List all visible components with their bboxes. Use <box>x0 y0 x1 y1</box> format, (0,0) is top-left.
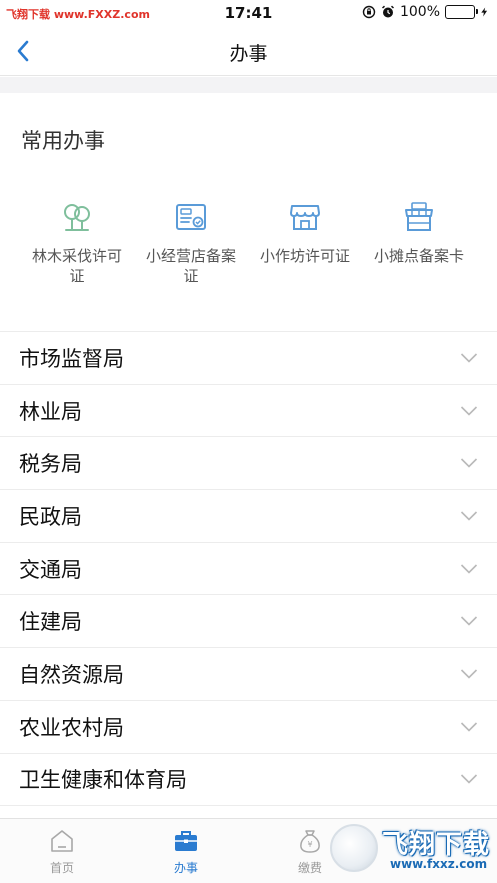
dept-label: 农业农村局 <box>19 715 124 740</box>
quick-item-stall-record[interactable]: 小摊点备案卡 <box>362 200 476 286</box>
stall-icon <box>402 200 436 234</box>
briefcase-icon <box>172 827 200 855</box>
watermark-logo-emblem <box>330 824 378 872</box>
watermark-logo-text: 飞翔下载 <box>382 830 491 860</box>
svg-text:¥: ¥ <box>307 840 312 849</box>
tab-home[interactable]: 首页 <box>0 819 124 883</box>
quick-item-small-shop-record[interactable]: 小经营店备案证 <box>134 200 248 286</box>
quick-item-label: 小经营店备案证 <box>146 247 237 285</box>
section-divider <box>0 77 497 93</box>
certificate-icon <box>174 200 208 234</box>
watermark-logo-url: www.fxxz.com <box>390 857 488 871</box>
quick-item-label: 林木采伐许可证 <box>32 247 123 285</box>
dept-label: 民政局 <box>19 504 82 529</box>
chevron-down-icon <box>460 616 478 626</box>
department-list: 市场监督局 林业局 税务局 民政局 交通局 住建局 自然资源局 农业农村局 卫生… <box>0 331 497 807</box>
alarm-icon <box>381 5 394 18</box>
tree-icon <box>60 200 94 234</box>
quick-item-workshop-permit[interactable]: 小作坊许可证 <box>248 200 362 286</box>
charging-icon <box>481 7 488 17</box>
nav-bar: 办事 <box>0 26 497 76</box>
chevron-down-icon <box>460 511 478 521</box>
chevron-down-icon <box>460 722 478 732</box>
dept-row-forestry[interactable]: 林业局 <box>0 385 497 438</box>
dept-label: 自然资源局 <box>19 662 124 687</box>
page-title: 办事 <box>229 43 268 65</box>
tab-label: 首页 <box>49 861 74 875</box>
chevron-down-icon <box>460 405 478 416</box>
dept-row-taxation[interactable]: 税务局 <box>0 437 497 491</box>
dept-label: 住建局 <box>19 610 82 635</box>
tab-services[interactable]: 办事 <box>124 819 248 883</box>
status-bar: 飞翔下载 www.FXXZ.com 17:41 100% <box>0 0 497 26</box>
quick-grid: 林木采伐许可证 小经营店备案证 小作坊许可证 小摊点备案卡 <box>0 200 497 286</box>
common-section-title: 常用办事 <box>21 129 105 153</box>
chevron-down-icon <box>460 458 478 468</box>
battery-percent: 100% <box>399 4 440 20</box>
chevron-down-icon <box>460 353 478 363</box>
dept-label: 税务局 <box>19 452 82 477</box>
dept-row-market-supervision[interactable]: 市场监督局 <box>0 332 497 385</box>
dept-row-civil-affairs[interactable]: 民政局 <box>0 490 497 543</box>
dept-row-housing-construction[interactable]: 住建局 <box>0 595 497 649</box>
quick-item-label: 小摊点备案卡 <box>374 247 465 265</box>
status-right: 100% <box>362 4 489 20</box>
tab-label: 办事 <box>173 861 198 875</box>
rotation-lock-icon <box>362 5 376 19</box>
dept-row-agriculture[interactable]: 农业农村局 <box>0 701 497 754</box>
chevron-down-icon <box>460 669 478 679</box>
dept-label: 卫生健康和体育局 <box>19 768 187 793</box>
quick-item-label: 小作坊许可证 <box>260 247 351 265</box>
quick-item-forest-permit[interactable]: 林木采伐许可证 <box>20 200 134 286</box>
shop-icon <box>288 200 322 234</box>
money-bag-icon: ¥ <box>296 827 324 855</box>
dept-label: 市场监督局 <box>19 346 124 371</box>
dept-row-natural-resources[interactable]: 自然资源局 <box>0 648 497 701</box>
chevron-down-icon <box>460 774 478 784</box>
battery-icon <box>445 5 478 19</box>
dept-label: 交通局 <box>19 557 82 582</box>
dept-row-health-sports[interactable]: 卫生健康和体育局 <box>0 754 497 807</box>
watermark-logo: 飞翔下载 www.fxxz.com <box>330 822 495 878</box>
dept-row-transport[interactable]: 交通局 <box>0 543 497 596</box>
home-icon <box>48 827 76 855</box>
chevron-down-icon <box>460 564 478 574</box>
tab-label: 缴费 <box>297 861 322 875</box>
dept-label: 林业局 <box>19 399 82 424</box>
